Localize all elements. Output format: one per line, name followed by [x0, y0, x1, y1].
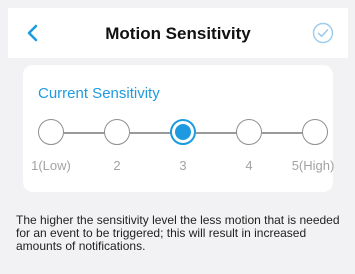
slider-track-segment — [196, 132, 237, 134]
sensitivity-level-5[interactable] — [302, 119, 328, 145]
sensitivity-card: Current Sensitivity 1(Low) 2 3 4 5(High) — [23, 65, 334, 192]
level-label-1: 1(Low) — [31, 158, 71, 173]
sensitivity-level-4[interactable] — [236, 119, 262, 145]
level-label-4: 4 — [245, 158, 253, 173]
selected-indicator — [175, 124, 191, 140]
slider-track-segment — [262, 132, 303, 134]
sensitivity-level-2[interactable] — [104, 119, 130, 145]
level-label-3: 3 — [179, 158, 187, 173]
level-label-5: 5(High) — [291, 158, 335, 173]
nav-bar: Motion Sensitivity — [8, 8, 348, 58]
page-title: Motion Sensitivity — [105, 24, 251, 43]
level-label-2: 2 — [113, 158, 121, 173]
sensitivity-level-3[interactable] — [170, 119, 196, 145]
screen: Motion Sensitivity Current Sensitivity 1… — [8, 8, 348, 274]
slider-track-segment — [64, 132, 105, 134]
sensitivity-level-1[interactable] — [38, 119, 64, 145]
slider-track-segment — [130, 132, 171, 134]
check-circle-icon — [312, 22, 334, 44]
current-sensitivity-heading: Current Sensitivity — [38, 85, 160, 102]
sensitivity-slider[interactable] — [38, 119, 328, 149]
confirm-button[interactable] — [311, 21, 335, 45]
sensitivity-description: The higher the sensitivity level the les… — [16, 213, 340, 253]
